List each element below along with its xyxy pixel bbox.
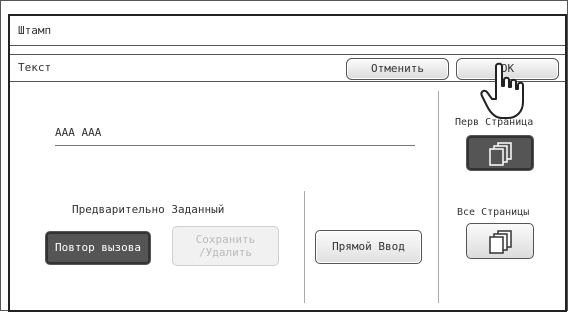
window-title: Штамп — [10, 16, 565, 46]
pages-stack-icon — [489, 230, 512, 254]
text-underline — [55, 145, 415, 146]
stamp-panel: Штамп Текст Отменить OK AAA AAA Предвари… — [8, 14, 567, 312]
direct-entry-button[interactable]: Прямой Ввод — [315, 230, 422, 264]
hand-pointer-icon — [480, 62, 524, 119]
first-page-button[interactable] — [466, 135, 534, 171]
pages-stack-icon — [489, 142, 512, 166]
dialog-frame: Штамп Текст Отменить OK AAA AAA Предвари… — [0, 0, 568, 312]
all-pages-label: Все Страницы — [457, 207, 530, 218]
text-value[interactable]: AAA AAA — [55, 126, 101, 139]
section-title: Текст — [18, 61, 52, 74]
save-delete-line2: /Удалить — [199, 246, 252, 259]
divider-right — [438, 91, 439, 303]
divider-middle — [304, 191, 305, 303]
save-delete-button[interactable]: Сохранить /Удалить — [172, 226, 279, 266]
preset-label: Предварительно Заданный — [72, 203, 225, 216]
recall-button[interactable]: Повтор вызова — [45, 231, 151, 265]
cancel-button[interactable]: Отменить — [346, 58, 449, 80]
all-pages-button[interactable] — [466, 223, 534, 259]
save-delete-line1: Сохранить — [195, 233, 256, 246]
